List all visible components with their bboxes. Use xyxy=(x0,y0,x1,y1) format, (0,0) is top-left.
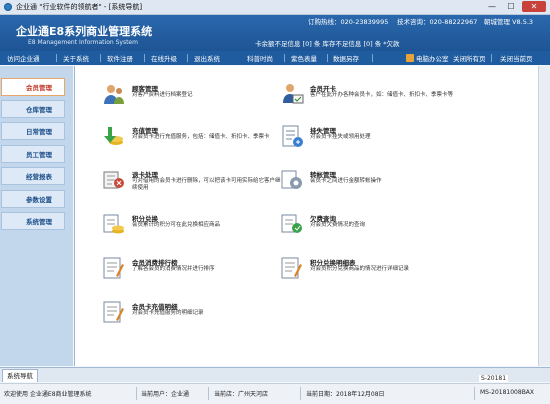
sidebar-item-daily[interactable]: 日常管理 xyxy=(1,122,65,140)
status-welcome: 欢迎使用 企业通E8商业管理系统 xyxy=(4,391,92,398)
nav-divider xyxy=(327,54,328,62)
card-desc: 对会员卡挂失或领用处理 xyxy=(310,134,371,140)
card-desc: 对会员积分兑换商品的情况进行详细记录 xyxy=(310,266,410,272)
card-points[interactable]: 积分兑换 会员累计的积分可在此兑换相应商品 xyxy=(102,212,292,246)
maximize-button[interactable]: ☐ xyxy=(502,1,520,12)
nav-upgrade[interactable]: 在线升级 xyxy=(151,53,177,63)
card-desc: 客户在此开办各种会员卡，如：储值卡、折扣卡、季票卡等 xyxy=(310,92,454,98)
card-transfer[interactable]: 转帐管理 会员卡之间进行金额转帐操作 xyxy=(280,168,470,202)
brand-subtitle: E8 Management Information System xyxy=(28,39,138,46)
sidebar-item-warehouse[interactable]: 仓库管理 xyxy=(1,100,65,118)
card-recharge-detail[interactable]: 会员卡充值明细 对会员卡充值服务的明细记录 xyxy=(102,300,292,334)
ime-indicator: S-20181 xyxy=(479,375,509,382)
nav-office[interactable]: 电脑办公室 xyxy=(416,53,449,63)
card-desc: 会员卡之间进行金额转帐操作 xyxy=(310,178,382,184)
card-ranking[interactable]: 会员消费排行榜 了解各会员的消费情况并进行排序 xyxy=(102,256,292,290)
order-hotline: 订购热线：020-23839995 xyxy=(308,18,389,26)
status-user: 当前用户：企业通 xyxy=(141,391,190,398)
sidebar-item-reports[interactable]: 经营报表 xyxy=(1,167,65,185)
card-desc: 对会员卡进行充值服务，包括：储值卡、折扣卡、季票卡 xyxy=(132,134,270,140)
nav-divider xyxy=(372,54,373,62)
status-divider xyxy=(474,387,475,400)
status-bar: 欢迎使用 企业通E8商业管理系统 当前用户：企业通 当前店：广州天河店 当前日期… xyxy=(0,375,550,404)
nav-backup[interactable]: 数据另存 xyxy=(333,53,359,63)
brand-title: 企业通E8系列商业管理系统 xyxy=(16,25,153,38)
status-branch: 当前店：广州天河店 xyxy=(214,391,269,398)
nav-register[interactable]: 软件注册 xyxy=(107,53,133,63)
points-detail-icon xyxy=(281,257,302,279)
alert-summary: 卡余额不足信息 [0] 条 库存不足信息 [0] 条 *欠款 xyxy=(255,40,400,48)
card-refund[interactable]: 退卡处理 可对借用的会员卡进行删除，可以把该卡可用实际给它客户继续使用 xyxy=(102,168,292,202)
app-window: 企业通 "行业软件的领航者" - [系统导航] — ☐ ✕ 企业通E8系列商业管… xyxy=(0,0,550,404)
nav-divider xyxy=(187,54,188,62)
card-points-detail[interactable]: 积分兑换明细表 对会员积分兑换商品的情况进行详细记录 xyxy=(280,256,470,290)
card-loss[interactable]: 挂失管理 对会员卡挂失或领用处理 xyxy=(280,124,470,158)
nav-exit[interactable]: 退出系统 xyxy=(194,53,220,63)
tab-system-nav[interactable]: 系统导航 xyxy=(2,369,38,382)
window-title: 企业通 "行业软件的领航者" - [系统导航] xyxy=(16,3,143,11)
nav-about[interactable]: 关于系统 xyxy=(63,53,89,63)
support-hotline: 技术咨询：020-88222967 xyxy=(397,18,478,26)
minimize-button[interactable]: — xyxy=(483,1,501,12)
transfer-icon xyxy=(281,170,302,189)
card-desc: 对客户资料进行档案登记 xyxy=(132,92,193,98)
recharge-detail-icon xyxy=(103,301,124,323)
loss-icon xyxy=(282,125,303,147)
card-desc: 了解各会员的消费情况并进行排序 xyxy=(132,266,215,272)
version-label: 朝城管理 V8.5.3 xyxy=(484,18,534,26)
office-icon xyxy=(406,54,414,62)
card-desc: 可对借用的会员卡进行删除，可以把该卡可用实际给它客户继续使用 xyxy=(132,178,281,191)
nav-divider xyxy=(284,54,285,62)
sidebar-item-system[interactable]: 系统管理 xyxy=(1,212,65,230)
card-desc: 对会员欠费情况的查询 xyxy=(310,222,366,228)
status-divider xyxy=(208,387,209,400)
status-date: 当前日期：2018年12月08日 xyxy=(306,391,385,398)
card-desc: 对会员卡充值服务的明细记录 xyxy=(132,310,204,316)
nav-fashion[interactable]: 科普时尚 xyxy=(247,53,273,63)
arrears-icon xyxy=(281,214,302,233)
status-divider xyxy=(136,387,137,400)
card-desc: 会员累计的积分可在此兑换相应商品 xyxy=(132,222,221,228)
open-card-icon xyxy=(283,84,304,104)
close-button[interactable]: ✕ xyxy=(522,1,546,12)
sidebar-item-members[interactable]: 会员管理 xyxy=(1,78,65,96)
customer-icon xyxy=(104,85,124,104)
nav-theme[interactable]: 紫色表量 xyxy=(291,53,317,63)
points-icon xyxy=(103,214,124,234)
nav-divider xyxy=(144,54,145,62)
nav-close-all[interactable]: 关闭所有页 xyxy=(453,53,486,63)
status-machine: MS-20181008BAX xyxy=(480,389,535,396)
refund-icon xyxy=(103,171,124,189)
top-nav: 访问企业通 关于系统 软件注册 在线升级 退出系统 科普时尚 紫色表量 数据另存… xyxy=(0,51,550,65)
scrollbar[interactable] xyxy=(538,66,550,366)
card-open-card[interactable]: 会员开卡 客户在此开办各种会员卡，如：储值卡、折扣卡、季票卡等 xyxy=(280,82,470,116)
app-icon xyxy=(4,3,12,11)
nav-close-current[interactable]: 关闭当前页 xyxy=(500,53,533,63)
title-bar: 企业通 "行业软件的领航者" - [系统导航] — ☐ ✕ xyxy=(0,0,550,15)
sidebar-item-settings[interactable]: 参数设置 xyxy=(1,190,65,208)
recharge-icon xyxy=(104,127,123,145)
document-tab-bar: 系统导航 xyxy=(0,367,550,382)
sidebar: 会员管理 仓库管理 日常管理 员工管理 经营报表 参数设置 系统管理 xyxy=(0,66,73,366)
status-divider xyxy=(300,387,301,400)
sidebar-item-staff[interactable]: 员工管理 xyxy=(1,145,65,163)
nav-visit-site[interactable]: 访问企业通 xyxy=(7,53,40,63)
nav-divider xyxy=(56,54,57,62)
card-recharge[interactable]: 充值管理 对会员卡进行充值服务，包括：储值卡、折扣卡、季票卡 xyxy=(102,124,292,158)
card-customer[interactable]: 顾客管理 对客户资料进行档案登记 xyxy=(102,82,292,116)
ranking-icon xyxy=(103,257,124,279)
nav-divider xyxy=(491,54,492,62)
card-arrears[interactable]: 欠费查询 对会员欠费情况的查询 xyxy=(280,212,470,246)
nav-divider xyxy=(100,54,101,62)
